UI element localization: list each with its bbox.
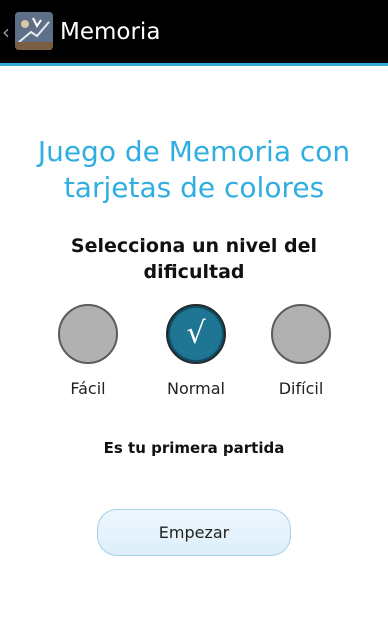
difficulty-prompt-line-2: dificultad <box>143 261 245 283</box>
game-title-line-1: Juego de Memoria con <box>37 135 351 168</box>
game-title: Juego de Memoria con tarjetas de colores <box>0 134 388 206</box>
checkmark-icon: √ <box>186 316 206 351</box>
status-text: Es tu primera partida <box>103 439 285 457</box>
app-title: Memoria <box>60 19 161 45</box>
app-logo-icon[interactable] <box>15 12 53 50</box>
radio-dificil[interactable] <box>271 304 331 364</box>
game-title-line-2: tarjetas de colores <box>63 171 325 204</box>
up-navigation-icon[interactable]: ‹ <box>2 22 10 42</box>
radio-facil[interactable] <box>58 304 118 364</box>
radio-label-facil[interactable]: Fácil <box>38 379 138 399</box>
action-bar: ‹ Memoria <box>0 0 388 63</box>
difficulty-prompt-line-1: Selecciona un nivel del <box>70 235 318 257</box>
radio-normal[interactable]: √ <box>166 304 226 364</box>
action-bar-divider <box>0 63 388 66</box>
radio-label-dificil[interactable]: Difícil <box>251 379 351 399</box>
difficulty-prompt: Selecciona un nivel del dificultad <box>0 233 388 285</box>
radio-label-normal[interactable]: Normal <box>146 379 246 399</box>
start-button[interactable]: Empezar <box>97 509 291 556</box>
